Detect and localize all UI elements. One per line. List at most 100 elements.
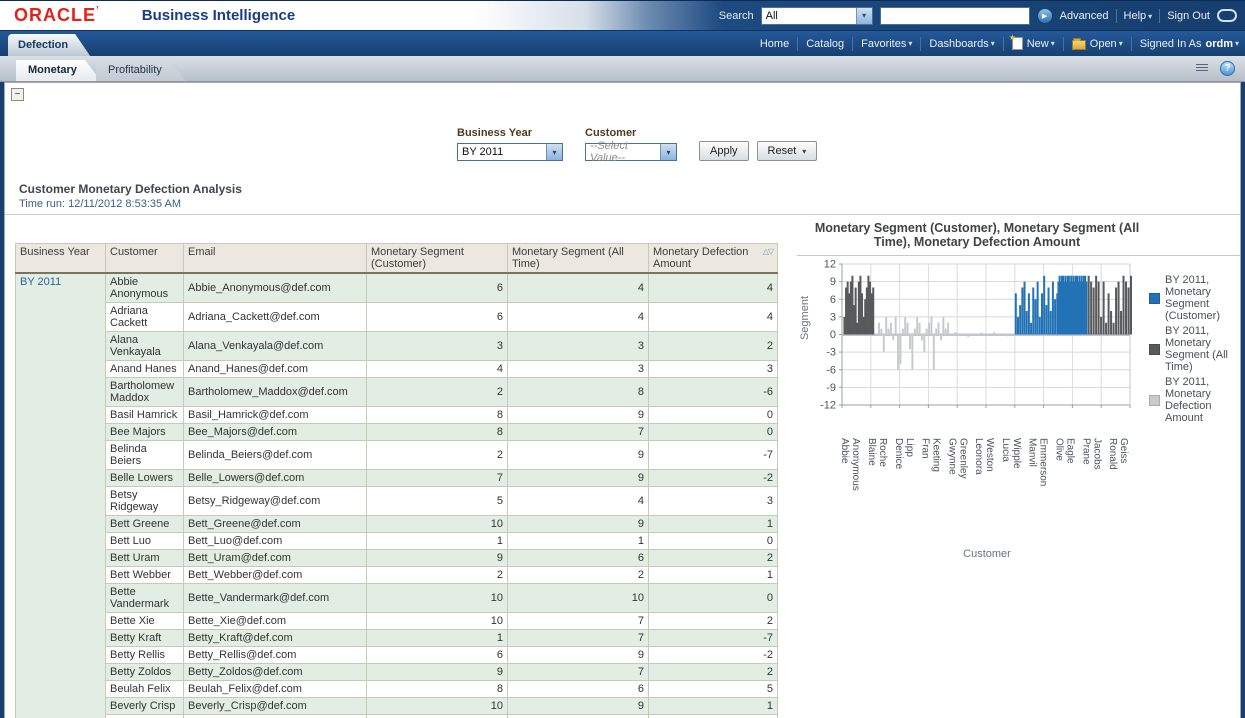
advanced-link[interactable]: Advanced: [1060, 10, 1109, 22]
table-cell: 7: [508, 424, 649, 441]
svg-text:-9: -9: [826, 382, 836, 394]
table-cell: 2: [649, 664, 778, 681]
table-cell: -7: [649, 630, 778, 647]
x-tick-label: BlaineRoche: [866, 438, 888, 534]
defection-table-region: Business Year Customer Email Monetary Se…: [15, 243, 779, 718]
chevron-down-icon[interactable]: ▾: [856, 8, 872, 24]
x-axis-title: Customer: [917, 548, 1057, 560]
svg-text:12: 12: [824, 259, 836, 271]
table-cell: Betty Kraft: [106, 630, 184, 647]
table-cell: Anand Hanes: [106, 361, 184, 378]
top-banner: ORACLE’ Business Intelligence Search All…: [0, 0, 1245, 30]
x-tick-label: RonaldGeiss: [1107, 438, 1129, 534]
table-cell: Bett Uram: [106, 550, 184, 567]
table-cell: Anand_Hanes@def.com: [184, 361, 367, 378]
sign-out-link[interactable]: Sign Out: [1167, 10, 1210, 22]
page-frame: − Business Year BY 2011 ▾ Customer --Sel…: [0, 82, 1245, 718]
table-cell: 6: [508, 681, 649, 698]
nav-dashboards[interactable]: Dashboards▾: [929, 38, 994, 50]
table-row: Betty KraftBetty_Kraft@def.com17-7: [16, 630, 778, 647]
table-cell: 10: [508, 715, 649, 718]
dashboard-navbar: Defection Home Catalog Favorites▾ Dashbo…: [0, 30, 1245, 56]
nav-catalog[interactable]: Catalog: [806, 38, 844, 50]
col-customer[interactable]: Customer: [106, 244, 184, 274]
table-cell: 1: [649, 567, 778, 584]
table-cell: 6: [367, 647, 508, 664]
svg-text:0: 0: [830, 329, 836, 341]
col-monetary-segment-alltime[interactable]: Monetary Segment (All Time): [508, 244, 649, 274]
sort-icons[interactable]: △▽: [763, 246, 773, 258]
table-cell: 9: [508, 516, 649, 533]
table-cell: 3: [508, 332, 649, 361]
nav-home[interactable]: Home: [760, 38, 789, 50]
page-options-icon[interactable]: [1196, 62, 1212, 75]
table-cell: Bette Xie: [106, 613, 184, 630]
chevron-down-icon: ▾: [1148, 12, 1152, 21]
customer-select[interactable]: --Select Value-- ▾: [585, 143, 677, 161]
svg-text:9: 9: [830, 276, 836, 288]
table-cell: Bett_Uram@def.com: [184, 550, 367, 567]
table-cell: Bette Vandermark: [106, 584, 184, 613]
search-scope-select[interactable]: All ▾: [761, 7, 873, 25]
nav-favorites[interactable]: Favorites▾: [861, 38, 912, 50]
table-cell: 10: [367, 516, 508, 533]
table-cell: Belle_Lowers@def.com: [184, 470, 367, 487]
table-cell: 10: [508, 584, 649, 613]
chevron-down-icon: ▾: [991, 39, 995, 48]
global-search-bar: Search All ▾ ▶ Advanced Help▾ Sign Out: [719, 1, 1237, 30]
page-tab-defection[interactable]: Defection: [8, 34, 90, 56]
search-input[interactable]: [880, 7, 1030, 25]
table-row: Bartholomew MaddoxBartholomew_Maddox@def…: [16, 378, 778, 407]
table-cell: 4: [367, 361, 508, 378]
table-cell: Betty Zoldos: [106, 664, 184, 681]
x-tick-label: OliveEagle: [1053, 438, 1075, 534]
table-cell: Bette_Xie@def.com: [184, 613, 367, 630]
help-menu[interactable]: Help▾: [1124, 10, 1153, 22]
table-cell: -2: [649, 470, 778, 487]
reset-button[interactable]: Reset▾: [757, 141, 818, 161]
table-row: Adriana CackettAdriana_Cackett@def.com64…: [16, 303, 778, 332]
divider: [5, 214, 1240, 215]
table-cell: Beverly_Crisp@def.com: [184, 698, 367, 715]
col-monetary-segment-customer[interactable]: Monetary Segment (Customer): [367, 244, 508, 274]
nav-new[interactable]: New▾: [1012, 37, 1055, 50]
help-icon[interactable]: ?: [1220, 61, 1235, 76]
search-label: Search: [719, 10, 754, 22]
table-row: Beverly CrispBeverly_Crisp@def.com1091: [16, 698, 778, 715]
col-business-year[interactable]: Business Year: [16, 244, 106, 274]
divider: [1063, 37, 1064, 51]
table-cell: 2: [367, 441, 508, 470]
business-year-select[interactable]: BY 2011 ▾: [457, 143, 563, 161]
tab-monetary[interactable]: Monetary: [16, 60, 101, 81]
table-cell: 9: [367, 664, 508, 681]
table-cell: Beverly_Lucas@def.com: [184, 715, 367, 718]
table-cell: 4: [508, 487, 649, 516]
nav-open[interactable]: Open▾: [1072, 37, 1123, 50]
table-cell: 0: [649, 533, 778, 550]
table-row: Bette VandermarkBette_Vandermark@def.com…: [16, 584, 778, 613]
table-row: Betsy RidgewayBetsy_Ridgeway@def.com543: [16, 487, 778, 516]
table-cell: 5: [367, 487, 508, 516]
dashboard-content: − Business Year BY 2011 ▾ Customer --Sel…: [4, 82, 1241, 718]
chevron-down-icon[interactable]: ▾: [660, 144, 676, 160]
table-cell: Bett_Webber@def.com: [184, 567, 367, 584]
table-cell: Bette_Vandermark@def.com: [184, 584, 367, 613]
legend-item: BY 2011, Monetary Defection Amount: [1149, 376, 1237, 424]
svg-text:6: 6: [830, 294, 836, 306]
tab-profitability[interactable]: Profitability: [96, 60, 186, 81]
table-cell: 10: [367, 698, 508, 715]
table-cell: 1: [649, 516, 778, 533]
table-row: Basil HamrickBasil_Hamrick@def.com890: [16, 407, 778, 424]
col-email[interactable]: Email: [184, 244, 367, 274]
chevron-down-icon[interactable]: ▾: [546, 144, 562, 160]
table-cell: Adriana Cackett: [106, 303, 184, 332]
apply-button[interactable]: Apply: [699, 141, 749, 161]
business-year-label: Business Year: [457, 127, 563, 139]
table-cell: 9: [367, 550, 508, 567]
signed-in-menu[interactable]: Signed In Asordm▾: [1140, 38, 1239, 50]
open-folder-icon: [1072, 40, 1086, 50]
x-tick-label: FranKeeting: [920, 438, 942, 534]
collapse-section-button[interactable]: −: [11, 88, 24, 101]
search-go-icon[interactable]: ▶: [1037, 8, 1053, 24]
col-monetary-defection-amount[interactable]: △▽Monetary Defection Amount: [649, 244, 778, 274]
